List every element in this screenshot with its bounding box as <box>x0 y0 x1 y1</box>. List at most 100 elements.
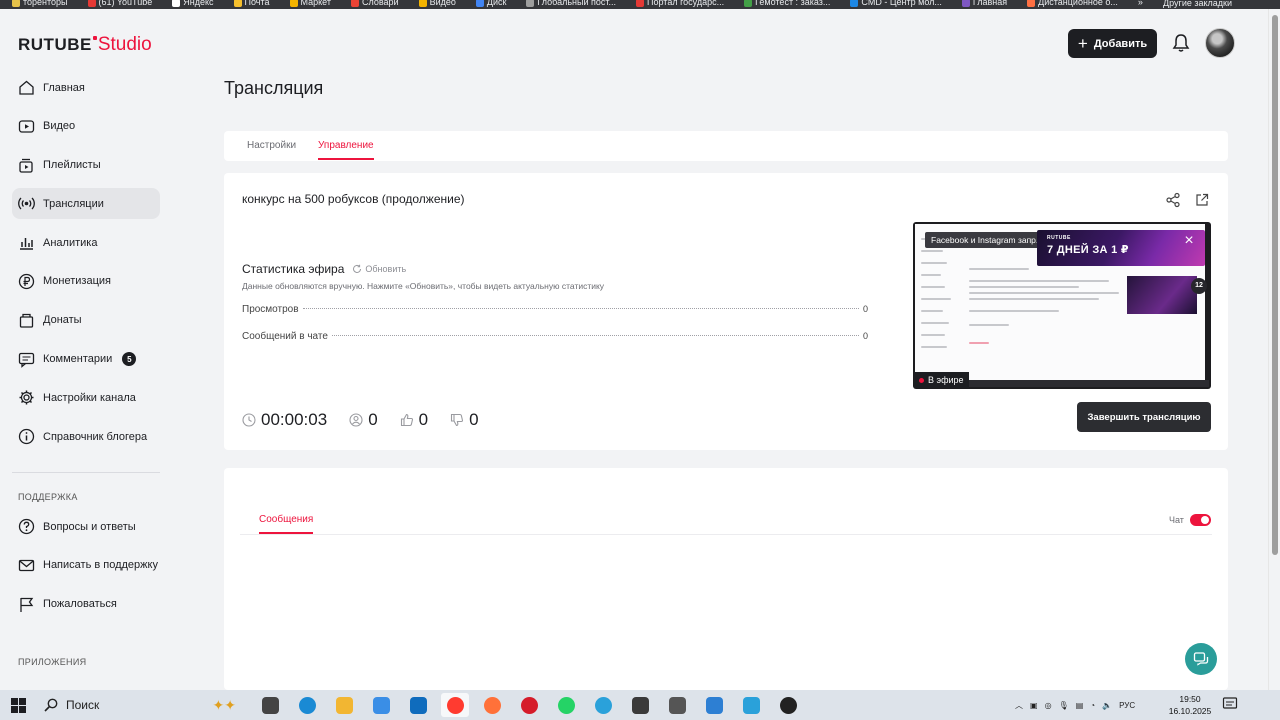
chevron-up-icon[interactable]: ︿ <box>1015 700 1023 711</box>
other-bookmarks-folder[interactable]: Другие закладки <box>1163 0 1280 8</box>
sidebar-item-playlist[interactable]: Плейлисты <box>12 150 160 181</box>
support-section-title: ПОДДЕРЖКА <box>18 492 78 502</box>
firefox-icon[interactable] <box>478 693 506 717</box>
help-chat-button[interactable] <box>1185 643 1217 675</box>
mic-icon[interactable]: 🎙 <box>1059 701 1069 710</box>
refresh-label: Обновить <box>365 264 407 274</box>
taskbar-search[interactable]: Поиск ✦✦ <box>36 690 246 720</box>
bookmark-item[interactable]: торенторы <box>0 0 76 7</box>
scrollbar-thumb[interactable] <box>1272 15 1278 555</box>
stats-note: Данные обновляются вручную. Нажмите «Обн… <box>242 281 605 291</box>
taskbar-clock[interactable]: 19:50 16.10.2025 <box>1164 693 1216 717</box>
bookmarks-bar: торенторы (61) YouTube Яндекс Почта Маркет Сл… <box>0 0 1280 9</box>
task-view-icon[interactable] <box>256 693 284 717</box>
viewers-icon <box>349 413 363 427</box>
sidebar-item-label: Справочник блогера <box>43 430 148 443</box>
add-button-label: Добавить <box>1093 37 1148 50</box>
avatar[interactable] <box>1205 28 1235 58</box>
sidebar-item-donate[interactable]: Донаты <box>12 305 160 336</box>
add-button[interactable]: + Добавить <box>1068 29 1157 58</box>
live-badge: В эфире <box>914 372 969 388</box>
bookmark-item[interactable]: Гемотест : заказ... <box>732 0 838 7</box>
tab-messages[interactable]: Сообщения <box>259 514 314 534</box>
mail-icon <box>18 559 35 571</box>
vpn-icon[interactable] <box>700 693 728 717</box>
clock-icon <box>242 413 256 427</box>
bookmark-item[interactable]: Дистанционное о... <box>1015 0 1126 7</box>
obs-icon[interactable] <box>774 693 802 717</box>
bookmark-label: Глобальный пост... <box>537 0 617 7</box>
bookmark-item[interactable]: Портал государс... <box>624 0 732 7</box>
store-icon[interactable] <box>367 693 395 717</box>
bookmark-item[interactable]: Почта <box>222 0 278 7</box>
yandex-browser-icon[interactable] <box>441 693 469 717</box>
bell-icon[interactable] <box>1172 33 1190 53</box>
sidebar-item-flag[interactable]: Пожаловаться <box>12 589 160 620</box>
preview-taskbar <box>963 380 1209 387</box>
page-scrollbar[interactable] <box>1268 9 1280 690</box>
opera-icon[interactable] <box>515 693 543 717</box>
bookmark-label: торенторы <box>23 0 68 7</box>
notification-icon[interactable] <box>1222 696 1238 712</box>
bookmark-item[interactable]: Яндекс <box>160 0 221 7</box>
bookmarks-more-button[interactable]: » <box>1126 0 1151 7</box>
chat-toggle[interactable] <box>1190 514 1211 526</box>
sidebar-item-question[interactable]: Вопросы и ответы <box>12 511 160 542</box>
likes-value: 0 <box>418 410 429 429</box>
bookmark-item[interactable]: Диск <box>464 0 515 7</box>
volume-icon[interactable]: 🔈 <box>1102 701 1112 710</box>
app-icon[interactable] <box>737 693 765 717</box>
tab-management[interactable]: Управление <box>318 140 374 160</box>
bookmark-item[interactable]: Маркет <box>278 0 339 7</box>
messages-card: Сообщения Чат <box>224 468 1228 690</box>
system-tray: ︿ ▣ ◎ 🎙 ▤ ◔ 🔈 РУС <box>1015 690 1135 720</box>
telegram-icon[interactable] <box>589 693 617 717</box>
preview-ad-banner: RUTUBE 7 ДНЕЙ ЗА 1 ₽ <box>1037 230 1205 266</box>
bookmark-item[interactable]: Видео <box>407 0 464 7</box>
whatsapp-icon[interactable] <box>552 693 580 717</box>
clapper-icon[interactable] <box>626 693 654 717</box>
refresh-button[interactable]: Обновить <box>352 264 406 274</box>
live-metrics: 00:00:03 0 0 0 <box>242 410 501 430</box>
share-icon[interactable] <box>1165 192 1181 208</box>
donate-icon <box>19 313 34 328</box>
search-icon <box>44 698 58 712</box>
bookmark-item[interactable]: Глобальный пост... <box>514 0 624 7</box>
sidebar-item-mail[interactable]: Написать в поддержку <box>12 550 160 581</box>
preview-sidebar <box>917 232 963 372</box>
language-indicator[interactable]: РУС <box>1119 701 1135 710</box>
bookmark-item[interactable]: Словари <box>339 0 407 7</box>
sidebar-item-label: Написать в поддержку <box>43 559 158 572</box>
tray-icon[interactable]: ◎ <box>1045 701 1052 710</box>
bookmark-item[interactable]: Главная <box>950 0 1015 7</box>
external-link-icon[interactable] <box>1194 192 1210 208</box>
windows-start-button[interactable] <box>0 690 36 720</box>
bookmark-favicon-icon <box>961 0 970 7</box>
stream-preview[interactable]: Facebook и Instagram запр... RUTUBE 7 ДН… <box>913 222 1211 389</box>
sidebar-item-analytics[interactable]: Аналитика <box>12 227 160 258</box>
thumbs-down-icon <box>451 413 464 427</box>
sidebar-item-gear[interactable]: Настройки канала <box>12 382 160 413</box>
tray-icon[interactable]: ▣ <box>1030 701 1038 710</box>
wifi-icon[interactable]: ◔ <box>1090 701 1095 710</box>
outlook-icon[interactable] <box>404 693 432 717</box>
explorer-icon[interactable] <box>330 693 358 717</box>
network-icon[interactable]: ▤ <box>1076 701 1084 710</box>
sidebar-item-ruble[interactable]: Монетизация <box>12 266 160 297</box>
sidebar-item-home[interactable]: Главная <box>12 72 160 103</box>
media-icon[interactable] <box>663 693 691 717</box>
bookmark-item[interactable]: CMD - Центр мол... <box>838 0 950 7</box>
stat-value: 0 <box>862 304 868 314</box>
bookmark-item[interactable]: (61) YouTube <box>76 0 161 7</box>
sidebar-item-video[interactable]: Видео <box>12 111 160 142</box>
sidebar-item-comment[interactable]: Комментарии 5 <box>12 344 160 375</box>
edge-icon[interactable] <box>293 693 321 717</box>
dislikes-value: 0 <box>469 410 479 429</box>
plus-icon: + <box>1077 34 1088 53</box>
tab-settings[interactable]: Настройки <box>247 140 296 151</box>
sidebar-item-info[interactable]: Справочник блогера <box>12 421 160 452</box>
sidebar-item-broadcast[interactable]: Трансляции <box>12 188 160 220</box>
rutube-studio-logo[interactable]: RUTUBE Studio <box>18 34 152 56</box>
end-stream-button[interactable]: Завершить трансляцию <box>1077 402 1211 432</box>
bookmark-favicon-icon <box>418 0 427 7</box>
